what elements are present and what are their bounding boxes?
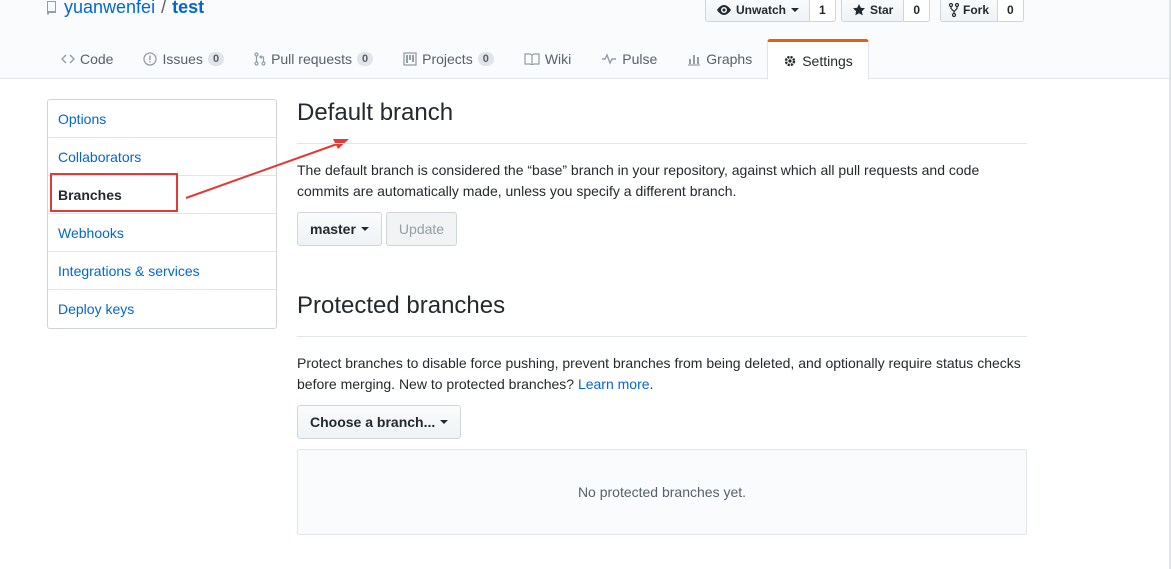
star-icon (853, 3, 865, 15)
repo-title: yuanwenfei / test (46, 0, 204, 18)
tab-pulse-label: Pulse (622, 51, 658, 67)
tab-code-label: Code (80, 51, 114, 67)
watch-group: Unwatch 1 (705, 0, 836, 22)
branch-select-button[interactable]: master (297, 212, 382, 246)
repo-separator: / (161, 0, 167, 17)
code-icon (61, 54, 75, 64)
settings-menu: Options Collaborators Branches Webhooks … (47, 99, 277, 329)
graph-icon (688, 55, 701, 66)
unwatch-button[interactable]: Unwatch (705, 0, 811, 22)
chevron-down-icon (440, 420, 449, 424)
repo-nav: Code Issues 0 Pull requests 0 Projects 0… (46, 39, 869, 80)
repo-icon (47, 0, 56, 15)
tab-wiki-label: Wiki (544, 51, 572, 67)
menu-item-deploy-keys[interactable]: Deploy keys (48, 290, 276, 328)
learn-more-link[interactable]: Learn more (578, 376, 650, 392)
star-button[interactable]: Star (841, 0, 905, 22)
issue-icon (143, 52, 158, 66)
default-branch-controls: master Update (297, 212, 1027, 246)
tab-projects[interactable]: Projects 0 (388, 39, 509, 79)
gear-icon (785, 55, 796, 66)
tab-pulse[interactable]: Pulse (586, 39, 672, 79)
repo-name-link[interactable]: test (172, 0, 204, 18)
menu-item-collaborators[interactable]: Collaborators (48, 138, 276, 176)
star-label: Star (870, 2, 894, 17)
tab-issues[interactable]: Issues 0 (128, 39, 239, 79)
choose-branch-label: Choose a branch... (310, 414, 436, 430)
tab-pull-requests-label: Pull requests (271, 51, 352, 67)
stars-count[interactable]: 0 (904, 0, 931, 22)
repo-owner-link[interactable]: yuanwenfei (64, 0, 155, 18)
pull-request-icon (254, 52, 266, 66)
project-icon (403, 52, 417, 66)
branch-select-label: master (310, 221, 356, 237)
period: . (649, 376, 654, 392)
protected-branches-empty-state: No protected branches yet. (297, 449, 1027, 535)
tab-settings[interactable]: Settings (767, 39, 869, 80)
fork-button[interactable]: Fork (940, 0, 999, 22)
pull-requests-counter: 0 (357, 52, 374, 66)
default-branch-description: The default branch is considered the “ba… (297, 162, 980, 199)
fork-icon (949, 2, 959, 17)
tab-wiki[interactable]: Wiki (509, 39, 586, 79)
repo-header: yuanwenfei / test Unwatch 1 Star 0 Fork … (0, 0, 1171, 80)
tab-graphs-label: Graphs (706, 51, 753, 67)
annotation-highlight-box (50, 173, 178, 212)
default-branch-heading: Default branch (297, 99, 1027, 144)
unwatch-label: Unwatch (736, 2, 787, 17)
tab-pull-requests[interactable]: Pull requests 0 (239, 39, 388, 79)
tab-projects-label: Projects (422, 51, 473, 67)
star-group: Star 0 (841, 0, 931, 22)
update-button[interactable]: Update (385, 212, 458, 246)
fork-group: Fork 0 (940, 0, 1024, 22)
protected-branches-controls: Choose a branch... (297, 405, 1027, 439)
eye-icon (717, 4, 731, 15)
protected-branches-description: Protect branches to disable force pushin… (297, 353, 1027, 395)
tab-settings-label: Settings (802, 52, 853, 69)
chevron-down-icon (360, 227, 369, 231)
settings-main: Default branch The default branch is con… (297, 99, 1027, 535)
tab-issues-label: Issues (162, 51, 203, 67)
fork-label: Fork (963, 2, 990, 17)
menu-item-options[interactable]: Options (48, 100, 276, 138)
book-icon (524, 53, 540, 65)
issues-counter: 0 (207, 52, 225, 66)
chevron-down-icon (791, 7, 800, 12)
watchers-count[interactable]: 1 (810, 0, 836, 22)
forks-count[interactable]: 0 (998, 0, 1024, 22)
menu-item-webhooks[interactable]: Webhooks (48, 214, 276, 252)
menu-item-integrations[interactable]: Integrations & services (48, 252, 276, 290)
tab-code[interactable]: Code (46, 39, 128, 79)
protected-branches-heading: Protected branches (297, 292, 1027, 337)
choose-branch-button[interactable]: Choose a branch... (297, 405, 462, 439)
projects-counter: 0 (477, 52, 494, 66)
protected-branches-text: Protect branches to disable force pushin… (297, 355, 1021, 392)
tab-graphs[interactable]: Graphs (672, 39, 767, 79)
pulse-icon (602, 53, 617, 65)
